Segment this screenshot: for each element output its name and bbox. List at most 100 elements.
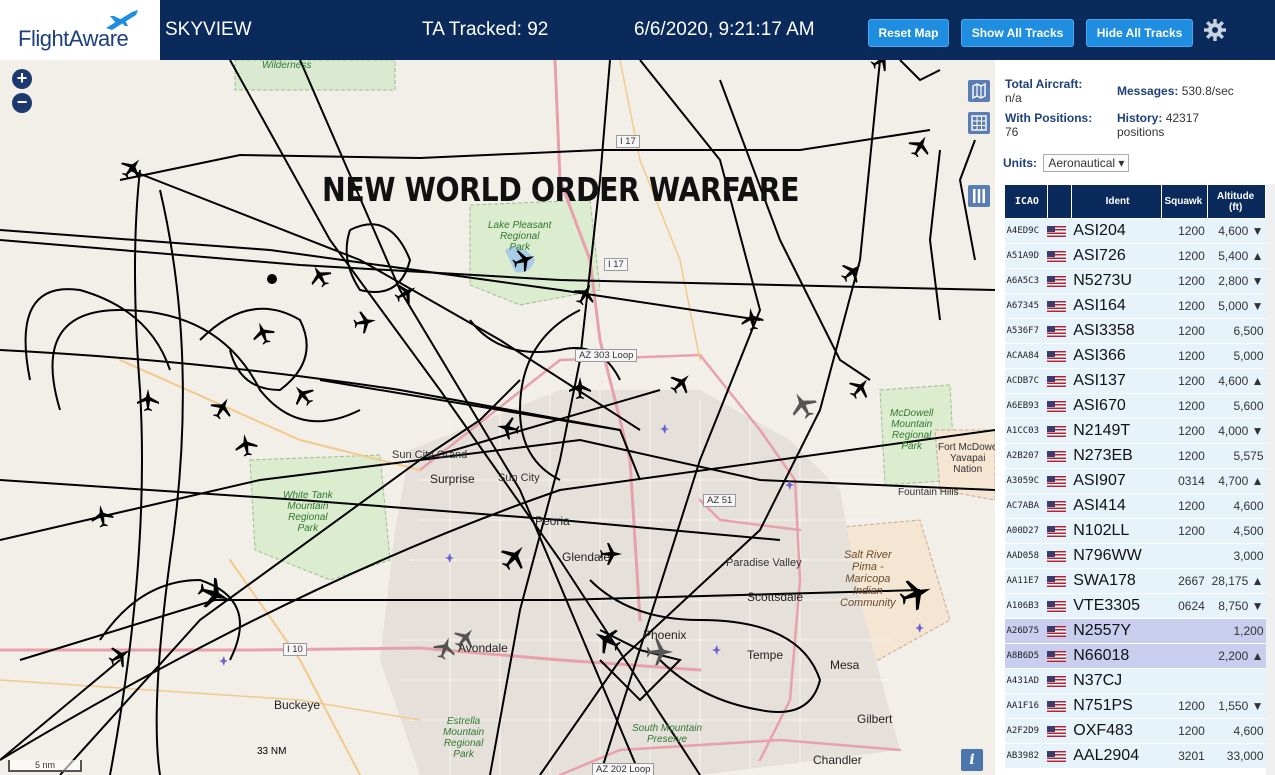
flightaware-logo[interactable]: FlightAware: [0, 0, 160, 60]
altitude-cell: 33,000: [1207, 743, 1266, 769]
icao-cell: A3059C: [1004, 468, 1048, 494]
squawk-cell: 1200: [1161, 718, 1208, 744]
flag-cell: [1047, 668, 1072, 694]
table-row[interactable]: AA11E7 SWA178 2667 28,175 ▲: [1004, 568, 1266, 594]
table-row[interactable]: A106B3 VTE3305 0624 8,750 ▼: [1004, 593, 1266, 619]
table-row[interactable]: A431AD N37CJ: [1004, 668, 1266, 694]
table-row[interactable]: A2B207 N273EB 1200 5,575: [1004, 443, 1266, 469]
current-datetime: 6/6/2020, 9:21:17 AM: [634, 19, 815, 40]
zoom-in-button[interactable]: +: [12, 69, 32, 89]
col-altitude-header[interactable]: Altitude (ft): [1207, 184, 1266, 219]
squawk-cell: 1200: [1161, 243, 1208, 269]
altitude-cell: 4,600 ▲: [1207, 368, 1266, 394]
map-label-salt-river: Salt River Pima - Maricopa Indian Commun…: [840, 549, 896, 609]
units-label: Units:: [1003, 156, 1037, 170]
grid-toggle-button[interactable]: [968, 112, 990, 134]
sidebar-panel: Total Aircraft: n/a Messages: 530.8/sec …: [995, 60, 1275, 775]
table-row[interactable]: A4ED9C ASI204 1200 4,600 ▼: [1004, 218, 1266, 244]
altitude-cell: 4,600 ▼: [1207, 218, 1266, 244]
flag-cell: [1047, 368, 1072, 394]
flag-cell: [1047, 693, 1072, 719]
squawk-cell: 1200: [1161, 393, 1208, 419]
altitude-cell: 28,175 ▲: [1207, 568, 1266, 594]
table-row[interactable]: ACAA84 ASI366 1200 5,000: [1004, 343, 1266, 369]
col-ident-header[interactable]: Ident: [1070, 184, 1163, 219]
icao-cell: A2B207: [1004, 443, 1048, 469]
flag-cell: [1047, 268, 1072, 294]
us-flag-icon: [1047, 726, 1067, 738]
ident-cell: AAL2904: [1071, 743, 1162, 769]
us-flag-icon: [1047, 701, 1067, 713]
us-flag-icon: [1047, 276, 1067, 288]
icao-cell: AA1F16: [1004, 693, 1048, 719]
col-flag-header[interactable]: [1046, 184, 1072, 219]
col-icao-header[interactable]: ICAO: [1004, 184, 1048, 219]
ident-cell: N273EB: [1071, 443, 1162, 469]
table-row[interactable]: A6A5C3 N5273U 1200 2,800 ▼: [1004, 268, 1266, 294]
table-row[interactable]: A51A9D ASI726 1200 5,400 ▲: [1004, 243, 1266, 269]
table-row[interactable]: AAD058 N796WW 3,000: [1004, 543, 1266, 569]
gear-icon[interactable]: [1203, 18, 1227, 42]
icao-cell: A536F7: [1004, 318, 1048, 344]
icao-cell: A51A9D: [1004, 243, 1048, 269]
us-flag-icon: [1047, 501, 1067, 513]
range-label: 33 NM: [257, 746, 287, 757]
history-unit: positions: [1117, 125, 1165, 139]
reset-map-button[interactable]: Reset Map: [868, 19, 949, 47]
ident-cell: N796WW: [1071, 543, 1162, 569]
table-row[interactable]: A00D27 N102LL 1200 4,500: [1004, 518, 1266, 544]
map-label-chandler: Chandler: [813, 753, 862, 767]
with-positions-stat: With Positions: 76: [1005, 111, 1092, 139]
zoom-out-button[interactable]: −: [12, 93, 32, 113]
scale-bar: 5 nm: [8, 760, 82, 772]
table-row[interactable]: A8B6D5 N66018 2,200 ▲: [1004, 643, 1266, 669]
units-select[interactable]: Aeronautical ▾: [1043, 154, 1130, 172]
flag-cell: [1047, 393, 1072, 419]
table-row[interactable]: AC7ABA ASI414 1200 4,600: [1004, 493, 1266, 519]
sidebar-toggle-button[interactable]: [968, 185, 990, 207]
table-row[interactable]: A3059C ASI907 0314 4,700 ▲: [1004, 468, 1266, 494]
map-label-lake-pleasant: Lake Pleasant Regional Park: [488, 220, 552, 253]
squawk-cell: 2667: [1161, 568, 1208, 594]
table-row[interactable]: AB3982 AAL2904 3201 33,000: [1004, 743, 1266, 769]
road-shield-i17-mid: I 17: [604, 258, 628, 271]
with-positions-value: 76: [1005, 125, 1019, 139]
ident-cell: OXF483: [1071, 718, 1162, 744]
table-row[interactable]: A26D75 N2557Y 1,200: [1004, 618, 1266, 644]
show-all-tracks-button[interactable]: Show All Tracks: [961, 19, 1074, 47]
tracked-count: TA Tracked: 92: [422, 19, 549, 40]
squawk-cell: 1200: [1161, 693, 1208, 719]
table-row[interactable]: A6EB93 ASI670 1200 5,600: [1004, 393, 1266, 419]
hide-all-tracks-button[interactable]: Hide All Tracks: [1086, 19, 1193, 47]
road-shield-i17-top: I 17: [616, 135, 640, 148]
ident-cell: N102LL: [1071, 518, 1162, 544]
us-flag-icon: [1047, 451, 1067, 463]
table-row[interactable]: AA1F16 N751PS 1200 1,550 ▼: [1004, 693, 1266, 719]
table-row[interactable]: ACDB7C ASI137 1200 4,600 ▲: [1004, 368, 1266, 394]
table-row[interactable]: A1CC03 N2149T 1200 4,000 ▼: [1004, 418, 1266, 444]
map-label-sun-city-grand: Sun City Grand: [392, 449, 468, 461]
total-aircraft-stat: Total Aircraft: n/a: [1005, 77, 1082, 105]
map-view[interactable]: NEW WORLD ORDER WARFARE Wilderness Lake …: [0, 60, 995, 775]
us-flag-icon: [1047, 551, 1067, 563]
table-row[interactable]: A536F7 ASI3358 1200 6,500: [1004, 318, 1266, 344]
info-button[interactable]: i: [961, 749, 983, 771]
us-flag-icon: [1047, 526, 1067, 538]
squawk-cell: [1161, 668, 1208, 694]
map-label-paradise-valley: Paradise Valley: [726, 557, 802, 569]
flag-cell: [1047, 543, 1072, 569]
col-squawk-header[interactable]: Squawk: [1161, 184, 1209, 219]
table-row[interactable]: A2F2D9 OXF483 1200 4,600: [1004, 718, 1266, 744]
altitude-cell: 4,700 ▲: [1207, 468, 1266, 494]
table-row[interactable]: A67345 ASI164 1200 5,000 ▼: [1004, 293, 1266, 319]
map-label-fort-mcdowell: Fort McDowe Yavapai Nation: [938, 442, 995, 475]
map-layers-button[interactable]: [968, 80, 990, 102]
ident-cell: N2149T: [1071, 418, 1162, 444]
altitude-cell: 2,200 ▲: [1207, 643, 1266, 669]
map-icon: [972, 82, 986, 100]
squawk-cell: [1161, 618, 1208, 644]
flag-cell: [1047, 243, 1072, 269]
table-scrollbar[interactable]: [1266, 184, 1275, 775]
map-label-wilderness: Wilderness: [262, 60, 312, 71]
flag-cell: [1047, 318, 1072, 344]
